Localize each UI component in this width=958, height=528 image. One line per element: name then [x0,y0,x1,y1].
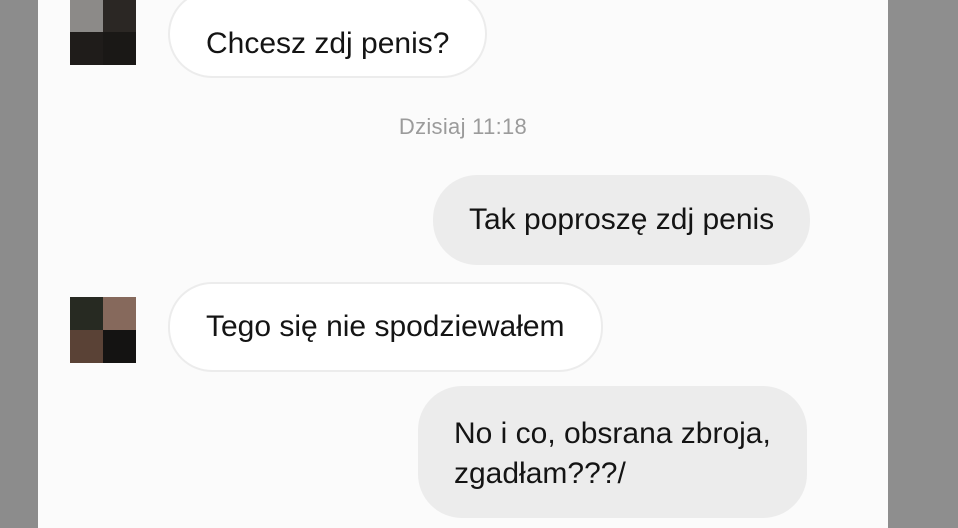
avatar-pixel [103,330,136,363]
avatar-pixel [70,330,103,363]
message-bubble-incoming[interactable]: Tego się nie spodziewałem [168,282,603,372]
avatar[interactable] [70,297,136,363]
message-text: Chcesz zdj penis? [206,27,450,60]
chat-thread[interactable]: Chcesz zdj penis? Dzisiaj 11:18 Tak popr… [38,0,888,528]
avatar-pixel [70,32,103,65]
left-margin [0,0,38,528]
message-bubble-outgoing[interactable]: Tak poproszę zdj penis [433,175,811,265]
message-text: Tego się nie spodziewałem [206,310,565,343]
message-bubble-incoming[interactable]: Chcesz zdj penis? [168,0,488,78]
message-text-line: zgadłam???/ [454,457,626,490]
right-margin [888,0,958,528]
message-text-line: No i co, obsrana zbroja, [454,417,771,450]
avatar-pixel [103,297,136,330]
timestamp: Dzisiaj 11:18 [398,114,528,139]
avatar-pixel [70,0,103,32]
avatar-pixel [70,297,103,330]
message-bubble-outgoing[interactable]: No i co, obsrana zbroja, zgadłam???/ [418,386,807,518]
avatar-pixel [103,32,136,65]
avatar-pixel [103,0,136,32]
avatar[interactable] [70,0,136,65]
message-text: Tak poproszę zdj penis [469,203,775,236]
